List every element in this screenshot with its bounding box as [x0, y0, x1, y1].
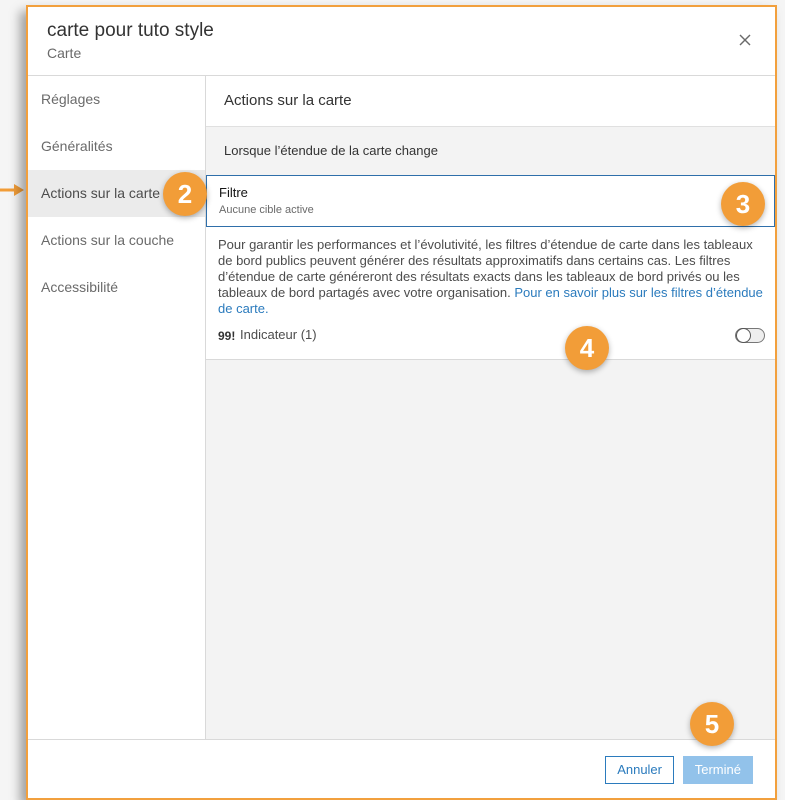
section-title: Actions sur la carte [206, 76, 775, 127]
dialog-title: carte pour tuto style [47, 20, 214, 41]
subhead: Lorsque l’étendue de la carte change [206, 127, 775, 175]
toggle-knob [736, 328, 751, 343]
sidebar-item-reglages[interactable]: Réglages [28, 76, 205, 123]
close-icon[interactable] [737, 32, 753, 48]
content-panel: Actions sur la carte Lorsque l’étendue d… [206, 76, 775, 740]
cancel-button[interactable]: Annuler [605, 756, 674, 784]
callout-arrow-icon [0, 184, 24, 196]
dialog: carte pour tuto style Carte Réglages Gén… [26, 5, 777, 800]
callout-badge-3: 3 [721, 182, 765, 226]
filter-panel: Filtre Aucune cible active Pour garantir… [206, 175, 775, 360]
sidebar-item-generalites[interactable]: Généralités [28, 123, 205, 170]
filter-status: Aucune cible active [219, 204, 314, 216]
indicator-icon: 99! [218, 329, 236, 343]
dialog-header: carte pour tuto style Carte [28, 7, 775, 76]
info-note: Pour garantir les performances et l’évol… [206, 227, 775, 323]
done-button[interactable]: Terminé [682, 756, 753, 784]
dialog-footer: Annuler Terminé [28, 739, 775, 798]
dialog-subtitle: Carte [47, 45, 82, 61]
callout-badge-2: 2 [163, 172, 207, 216]
filter-action-item[interactable]: Filtre Aucune cible active [206, 175, 775, 227]
sidebar-item-accessibilite[interactable]: Accessibilité [28, 264, 205, 311]
indicator-label: Indicateur (1) [240, 327, 317, 342]
filter-label: Filtre [219, 185, 248, 200]
callout-badge-5: 5 [690, 702, 734, 746]
callout-badge-4: 4 [565, 326, 609, 370]
indicator-toggle[interactable] [735, 328, 765, 343]
indicator-row: 99! Indicateur (1) [206, 323, 775, 359]
sidebar-item-actions-couche[interactable]: Actions sur la couche [28, 217, 205, 264]
